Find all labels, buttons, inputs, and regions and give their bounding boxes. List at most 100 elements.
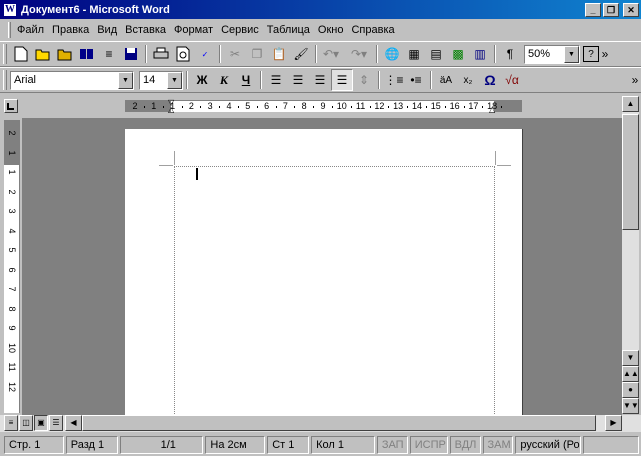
right-indent-marker[interactable]: △ [489,105,495,114]
ruler-tick-mark [369,106,371,108]
document-page[interactable] [125,129,523,415]
text-direction-icon[interactable]: ⇕ [353,69,375,91]
ruler-bar[interactable]: 2 1 1 2 3 4 5 6 7 8 9 10 11 12 13 14 15 16 17 18 ▽ △ △ [125,98,522,114]
menu-format[interactable]: Формат [170,24,217,36]
menu-window[interactable]: Окно [314,24,348,36]
window-title: Документ6 - Microsoft Word [21,3,170,16]
next-page-icon[interactable]: ▼▼ [622,398,639,414]
tables-borders-icon[interactable]: ▦ [403,43,425,65]
print-icon[interactable] [150,43,172,65]
new-document-icon[interactable] [10,43,32,65]
vertical-scrollbar[interactable]: ▲ ▼ ▲▲ ● ▼▼ [622,96,639,414]
menu-grip[interactable] [8,21,11,38]
menu-tools[interactable]: Сервис [217,24,263,36]
scroll-down-icon[interactable]: ▼ [622,350,639,366]
menu-edit[interactable]: Правка [48,24,93,36]
status-language[interactable]: русский (Ро [515,435,582,454]
status-overtype[interactable]: ЗАМ [482,435,514,454]
font-select[interactable]: Arial ▼ [10,70,134,90]
cut-icon[interactable]: ✂ [224,43,246,65]
tab-selector-icon[interactable] [4,99,18,113]
ruler-tick-label: 9 [320,101,326,111]
chevron-down-icon[interactable]: ▼ [167,71,182,89]
insert-table-icon[interactable]: ▤ [425,43,447,65]
symbol-button[interactable]: Ω [479,69,501,91]
book-icon[interactable] [76,43,98,65]
print-layout-icon[interactable]: ▣ [34,415,48,431]
ruler-tick-label: 15 [430,101,441,111]
paste-icon[interactable]: 📋 [268,43,290,65]
align-right-icon[interactable]: ☰ [309,69,331,91]
more-buttons-icon[interactable]: » [599,43,611,65]
equation-button[interactable]: √α [501,69,523,91]
copy-icon[interactable]: ❐ [246,43,268,65]
horizontal-scroll-thumb[interactable] [82,415,596,431]
bullets-icon[interactable]: •≡ [405,69,427,91]
word-app-icon[interactable]: W [3,2,17,17]
outline-view-icon[interactable]: ☰ [49,415,63,431]
minimize-button[interactable]: _ [585,2,601,17]
chevron-down-icon[interactable]: ▼ [564,45,579,63]
menu-help[interactable]: Справка [347,24,398,36]
open-folder-icon-2[interactable] [54,43,76,65]
ruler-tick-label: 17 [468,101,479,111]
toolbar-grip[interactable] [3,44,7,64]
italic-button[interactable]: К [213,69,235,91]
ruler-tick-mark [444,106,446,108]
scroll-up-icon[interactable]: ▲ [622,96,639,112]
more-buttons-icon[interactable]: » [629,69,641,91]
text-boundary [174,166,495,415]
columns-icon[interactable]: ▥ [469,43,491,65]
hyperlink-icon[interactable]: 🌐 [381,43,403,65]
scroll-left-icon[interactable]: ◀ [65,415,82,431]
font-size-select[interactable]: 14 ▼ [139,70,183,90]
format-painter-icon[interactable]: 🖌 [290,43,312,65]
restore-button[interactable]: ❐ [603,2,619,17]
close-button[interactable]: ✕ [623,2,639,17]
show-hide-icon[interactable]: ¶ [499,43,521,65]
ruler-tick-label: 3 [207,101,213,111]
document-area[interactable] [22,118,622,415]
redo-icon[interactable]: ↷▾ [348,43,370,65]
ruler-tick-label: 12 [374,101,385,111]
change-case-icon[interactable]: äA [435,69,457,91]
open-folder-icon[interactable] [32,43,54,65]
help-icon[interactable]: ? [583,46,599,62]
align-center-icon[interactable]: ☰ [287,69,309,91]
toolbar-grip[interactable] [3,70,7,90]
web-layout-icon[interactable]: ◫ [19,415,33,431]
horizontal-scrollbar[interactable]: ≡ ◫ ▣ ☰ ◀ ▶ [0,415,641,432]
normal-view-icon[interactable]: ≡ [4,415,18,431]
undo-icon[interactable]: ↶▾ [320,43,342,65]
justify-icon[interactable]: ☰ [331,69,353,91]
select-browse-object-icon[interactable]: ● [622,382,639,398]
left-indent-marker[interactable]: △ [168,105,174,114]
previous-page-icon[interactable]: ▲▲ [622,366,639,382]
scroll-thumb[interactable] [622,114,639,230]
status-extend[interactable]: ВДЛ [449,435,481,454]
crop-mark [495,151,496,165]
numbering-icon[interactable]: ⋮≡ [383,69,405,91]
status-track-changes[interactable]: ИСПР [409,435,448,454]
subscript-button[interactable]: x₂ [457,69,479,91]
scroll-right-icon[interactable]: ▶ [605,415,622,431]
status-record[interactable]: ЗАП [376,435,408,454]
menu-file[interactable]: Файл [13,24,48,36]
menu-table[interactable]: Таблица [263,24,314,36]
underline-button[interactable]: Ч [235,69,257,91]
envelope-icon[interactable]: ≡ [98,43,120,65]
menu-view[interactable]: Вид [93,24,121,36]
print-preview-icon[interactable] [172,43,194,65]
insert-excel-icon[interactable]: ▩ [447,43,469,65]
ruler-tick-mark [463,106,465,108]
menu-insert[interactable]: Вставка [121,24,170,36]
ruler-tick-mark [219,106,221,108]
bold-button[interactable]: Ж [191,69,213,91]
zoom-select[interactable]: 50% ▼ [524,44,580,64]
spelling-icon[interactable]: ✓ [194,43,216,65]
vertical-ruler[interactable]: 2 1 1 2 3 4 5 6 7 8 9 10 11 12 [4,120,20,413]
horizontal-ruler[interactable]: 2 1 1 2 3 4 5 6 7 8 9 10 11 12 13 14 15 16 17 18 ▽ △ △ [0,96,641,116]
save-icon[interactable] [120,43,142,65]
align-left-icon[interactable]: ☰ [265,69,287,91]
chevron-down-icon[interactable]: ▼ [118,71,133,89]
